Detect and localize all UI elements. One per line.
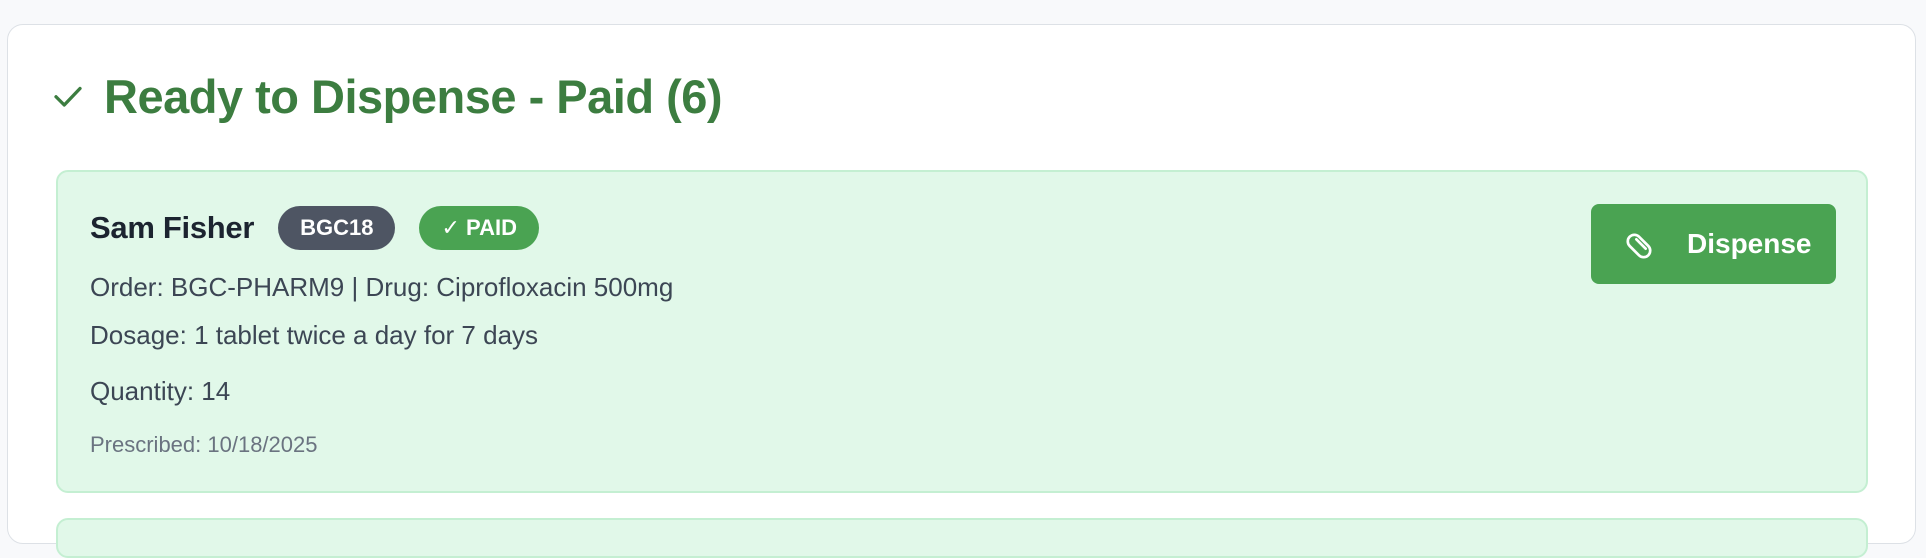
paid-status-badge: ✓ PAID <box>419 206 539 250</box>
patient-row: Sam Fisher BGC18 ✓ PAID <box>90 206 539 250</box>
dispense-button-label: Dispense <box>1687 228 1812 259</box>
order-drug-line: Order: BGC-PHARM9 | Drug: Ciprofloxacin … <box>90 272 674 302</box>
patient-id-badge: BGC18 <box>278 206 396 250</box>
section-title: Ready to Dispense - Paid (6) <box>104 69 723 123</box>
next-order-card <box>56 518 1868 558</box>
dispense-button[interactable]: Dispense <box>1591 204 1836 284</box>
checkmark-icon <box>50 74 94 118</box>
patient-name: Sam Fisher <box>90 210 255 245</box>
pill-icon <box>1625 228 1657 260</box>
dosage-line: Dosage: 1 tablet twice a day for 7 days <box>90 320 539 350</box>
quantity-line: Quantity: 14 <box>90 376 231 406</box>
order-card: Sam Fisher BGC18 ✓ PAID Order: BGC-PHARM… <box>56 170 1868 493</box>
section-header: Ready to Dispense - Paid (6) <box>50 66 723 126</box>
prescribed-date: Prescribed: 10/18/2025 <box>90 432 318 457</box>
